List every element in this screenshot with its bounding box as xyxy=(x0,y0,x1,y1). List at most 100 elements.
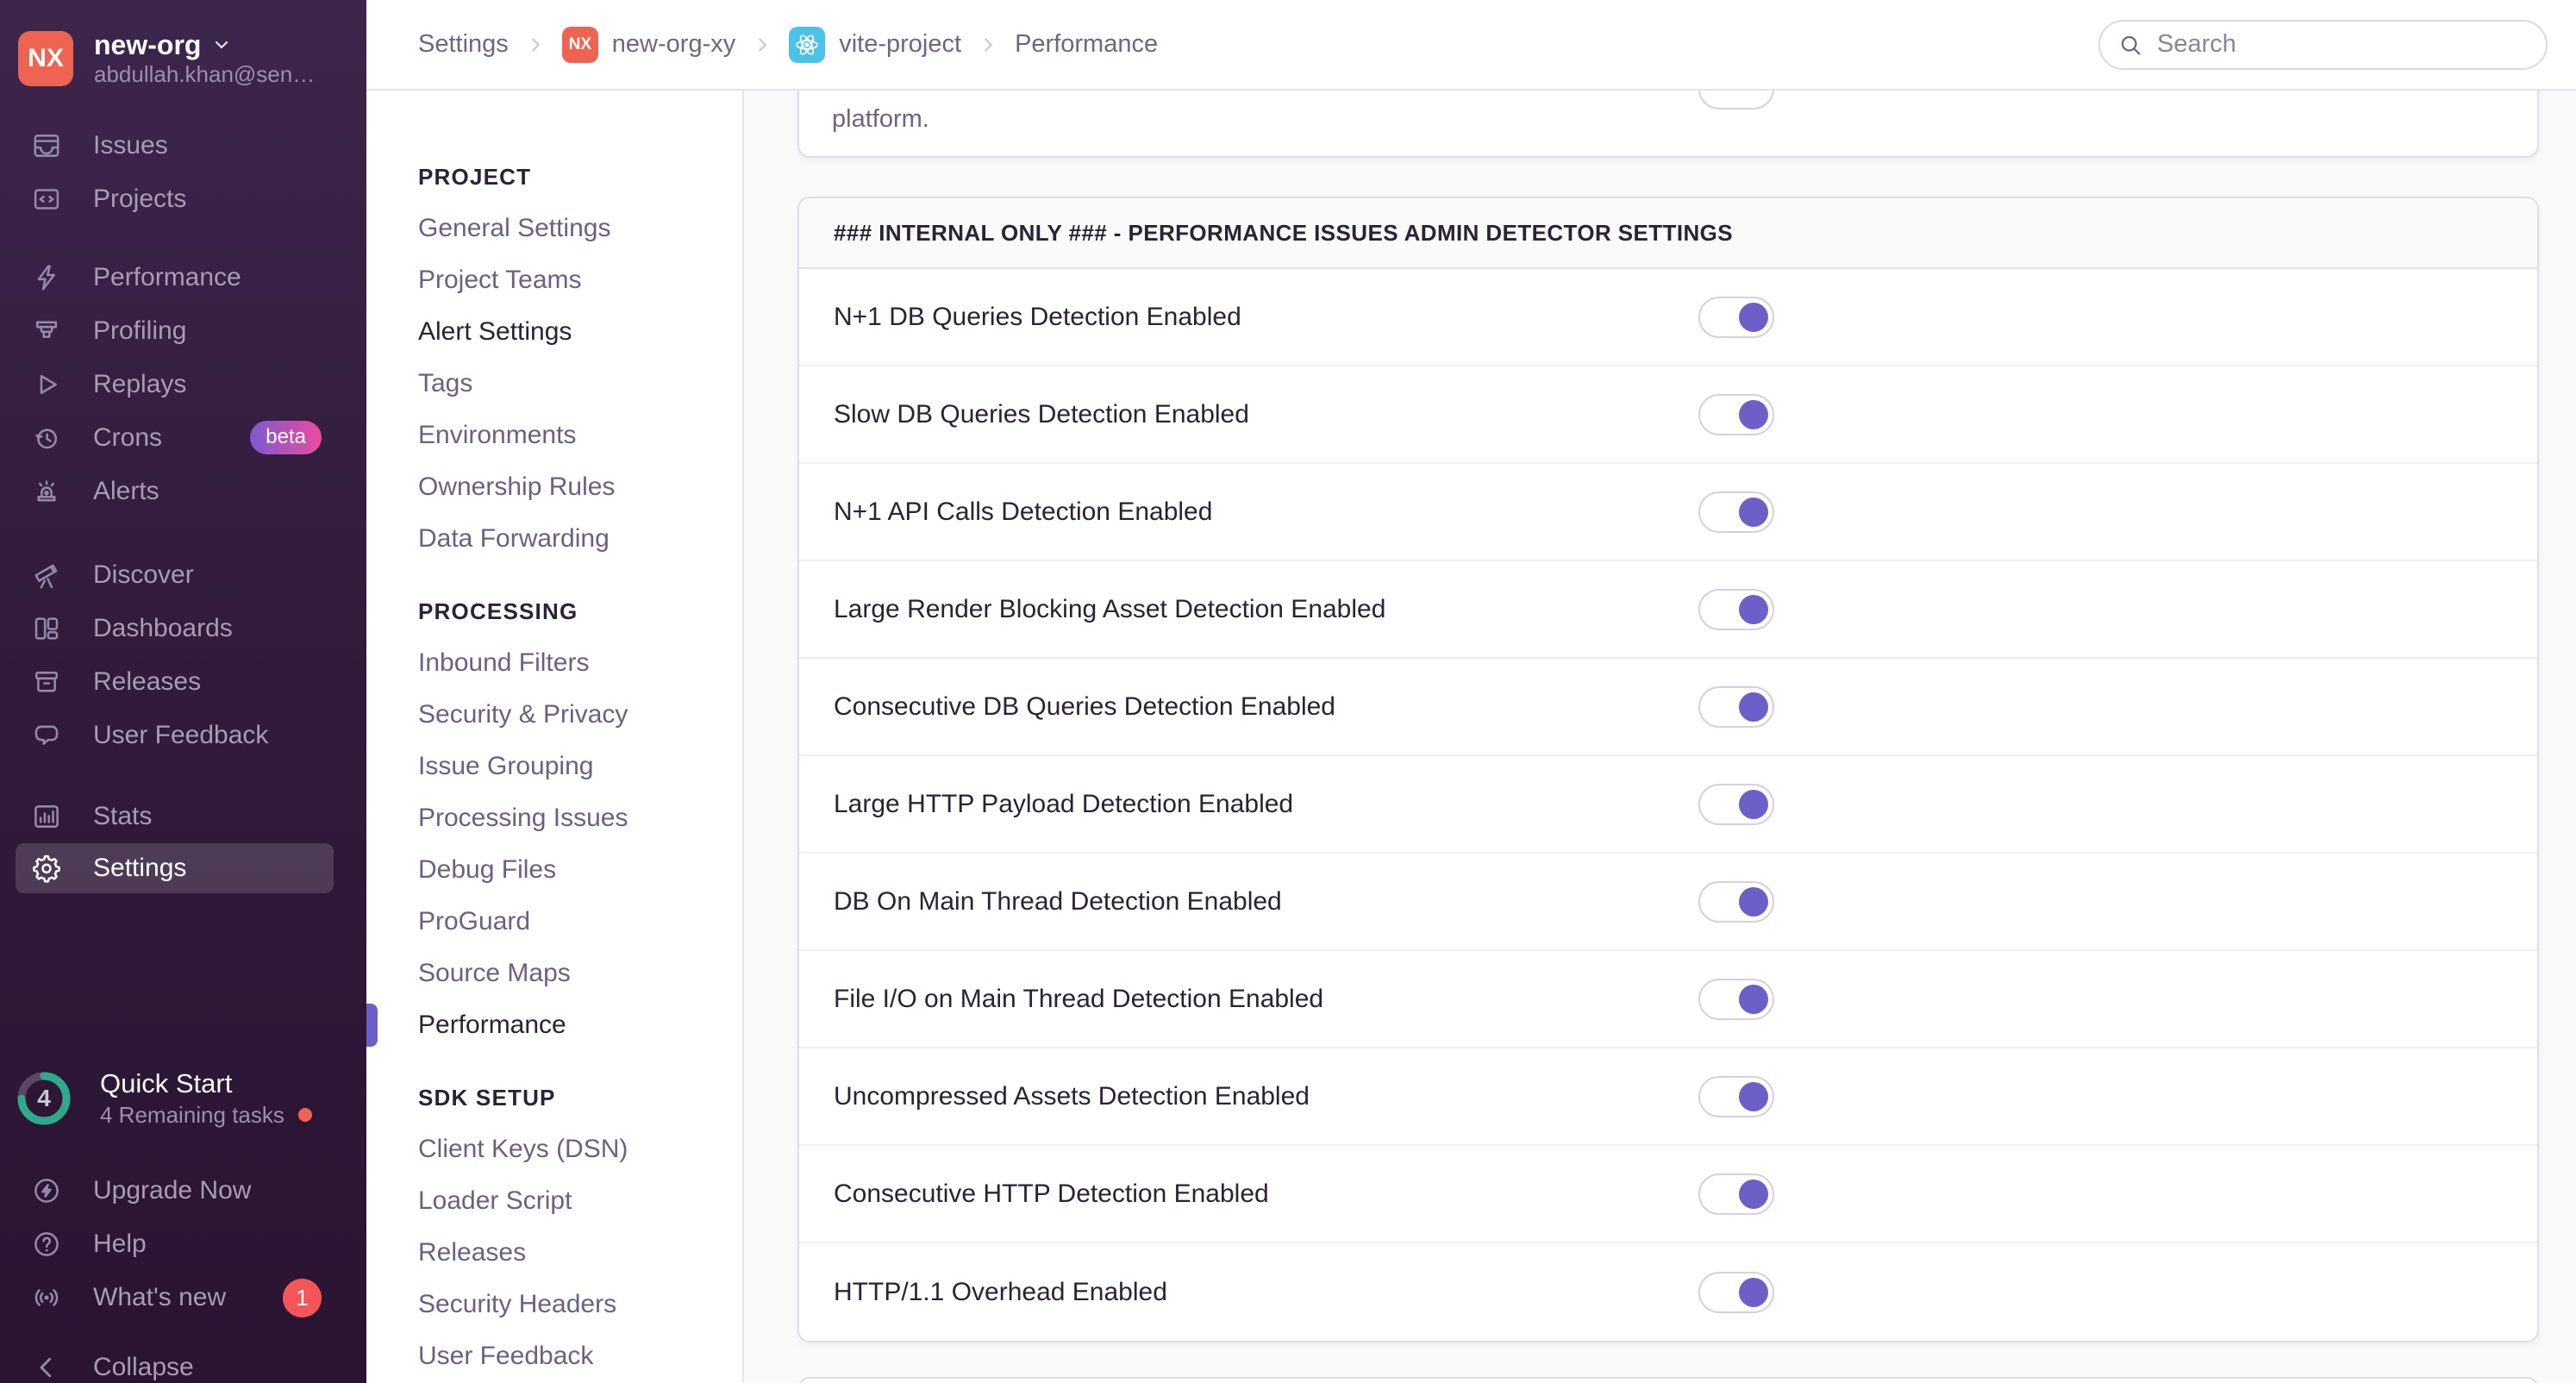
toggle-row: HTTP/1.1 Overhead Enabled xyxy=(799,1243,2537,1341)
toggle-knob[interactable] xyxy=(1739,1179,1768,1209)
sidebar-item-label: Projects xyxy=(93,184,187,213)
toggle-switch[interactable] xyxy=(1698,685,1774,728)
sidebar-item-label: User Feedback xyxy=(93,720,269,749)
toggle-knob[interactable] xyxy=(1739,1277,1768,1307)
sidebar-item-alerts[interactable]: Alerts xyxy=(0,465,366,518)
toggle-knob[interactable] xyxy=(1739,692,1768,722)
settings-nav-security-privacy[interactable]: Security & Privacy xyxy=(418,689,716,741)
toggle-knob[interactable] xyxy=(1739,789,1768,819)
toggle-knob[interactable] xyxy=(1739,984,1768,1014)
sidebar-item-help[interactable]: Help xyxy=(0,1217,366,1271)
org-avatar: NX xyxy=(561,26,598,63)
toggle-switch[interactable] xyxy=(1698,491,1774,533)
settings-nav-environments[interactable]: Environments xyxy=(418,410,716,461)
toggle-switch[interactable] xyxy=(1698,1271,1774,1313)
toggle-switch[interactable] xyxy=(1698,978,1774,1020)
sidebar-item-projects[interactable]: Projects xyxy=(0,172,366,226)
telescope-icon xyxy=(31,560,62,591)
chevron-right-icon xyxy=(751,34,773,56)
quick-start[interactable]: 4 Quick Start 4 Remaining tasks xyxy=(0,1067,366,1130)
quick-start-title: Quick Start xyxy=(100,1067,233,1098)
toggle-switch[interactable] xyxy=(1698,1173,1774,1215)
search-icon xyxy=(2117,32,2143,58)
sidebar-item-replays[interactable]: Replays xyxy=(0,358,366,411)
settings-nav-ownership-rules[interactable]: Ownership Rules xyxy=(418,461,716,513)
sidebar-item-whats-new[interactable]: What's new 1 xyxy=(0,1271,366,1324)
main-content: platform. ### INTERNAL ONLY ### - PERFOR… xyxy=(744,0,2576,1383)
sidebar-item-issues[interactable]: Issues xyxy=(0,119,366,172)
toggle-knob[interactable] xyxy=(1739,1081,1768,1111)
settings-nav-client-keys[interactable]: Client Keys (DSN) xyxy=(418,1123,716,1175)
toggle-row-label: DB On Main Thread Detection Enabled xyxy=(834,886,1282,916)
toggle-switch[interactable] xyxy=(1698,783,1774,825)
sidebar-item-label: Issues xyxy=(93,130,168,160)
toggle-knob[interactable] xyxy=(1739,302,1768,332)
sidebar-item-label: Settings xyxy=(93,853,187,882)
toggle-row-label: HTTP/1.1 Overhead Enabled xyxy=(834,1277,1167,1306)
sidebar-collapse-button[interactable]: Collapse xyxy=(0,1352,366,1383)
sidebar-group-explore: Discover Dashboards Releases User Feedba… xyxy=(0,548,366,762)
sidebar-item-profiling[interactable]: Profiling xyxy=(0,304,366,358)
org-avatar: NX xyxy=(18,30,73,86)
broadcast-icon xyxy=(31,1282,62,1313)
quick-start-progress-ring: 4 xyxy=(16,1070,72,1127)
toggle-switch[interactable] xyxy=(1698,588,1774,630)
settings-nav-user-feedback[interactable]: User Feedback xyxy=(418,1330,716,1382)
settings-nav-proguard[interactable]: ProGuard xyxy=(418,896,716,948)
app-window: platform. ### INTERNAL ONLY ### - PERFOR… xyxy=(0,0,2576,1383)
sidebar-item-user-feedback[interactable]: User Feedback xyxy=(0,709,366,762)
sidebar-item-label: Stats xyxy=(93,801,153,830)
settings-nav-project-teams[interactable]: Project Teams xyxy=(418,254,716,306)
settings-nav-issue-grouping[interactable]: Issue Grouping xyxy=(418,741,716,792)
sidebar-item-crons[interactable]: Crons beta xyxy=(0,411,366,465)
breadcrumb-project[interactable]: vite-project xyxy=(789,26,961,63)
sidebar-item-label: What's new xyxy=(93,1283,227,1312)
toggle-row-label: Uncompressed Assets Detection Enabled xyxy=(834,1081,1310,1111)
toggle-knob[interactable] xyxy=(1739,594,1768,624)
settings-nav-releases[interactable]: Releases xyxy=(418,1227,716,1279)
settings-nav: PROJECT General Settings Project Teams A… xyxy=(366,91,744,1383)
settings-nav-alert-settings[interactable]: Alert Settings xyxy=(418,306,716,358)
breadcrumb-organization[interactable]: NX new-org-xy xyxy=(561,26,735,63)
settings-nav-inbound-filters[interactable]: Inbound Filters xyxy=(418,637,716,689)
sidebar-item-settings[interactable]: Settings xyxy=(16,842,334,893)
toggle-knob[interactable] xyxy=(1739,399,1768,429)
sidebar-item-upgrade-now[interactable]: Upgrade Now xyxy=(0,1164,366,1217)
toggle-row-label: Large Render Blocking Asset Detection En… xyxy=(834,594,1386,623)
settings-nav-performance[interactable]: Performance xyxy=(366,999,716,1051)
settings-nav-loader-script[interactable]: Loader Script xyxy=(418,1175,716,1227)
sidebar-group-bottom: Stats Settings xyxy=(0,790,366,893)
search-input[interactable] xyxy=(2155,29,2529,59)
settings-nav-debug-files[interactable]: Debug Files xyxy=(418,844,716,896)
settings-nav-processing-issues[interactable]: Processing Issues xyxy=(418,792,716,844)
gear-icon xyxy=(31,853,62,884)
active-nav-indicator xyxy=(366,1004,378,1047)
sidebar-item-dashboards[interactable]: Dashboards xyxy=(0,602,366,655)
toggle-knob[interactable] xyxy=(1739,497,1768,527)
toggle-switch[interactable] xyxy=(1698,1075,1774,1117)
settings-nav-security-headers[interactable]: Security Headers xyxy=(418,1279,716,1330)
settings-nav-data-forwarding[interactable]: Data Forwarding xyxy=(418,513,716,565)
toggle-switch[interactable] xyxy=(1698,296,1774,338)
top-bar: Settings NX new-org-xy vite-project Perf… xyxy=(366,0,2576,91)
org-switcher[interactable]: NX new-org abdullah.khan@sen… xyxy=(0,0,366,88)
settings-nav-general-settings[interactable]: General Settings xyxy=(418,203,716,254)
settings-nav-tags[interactable]: Tags xyxy=(418,358,716,410)
toggle-switch[interactable] xyxy=(1698,880,1774,923)
breadcrumb-settings[interactable]: Settings xyxy=(418,30,509,59)
chevron-left-icon xyxy=(31,1352,62,1383)
settings-nav-source-maps[interactable]: Source Maps xyxy=(418,948,716,999)
chevron-down-icon xyxy=(211,34,232,55)
breadcrumb-page: Performance xyxy=(1015,30,1159,58)
sidebar-item-stats[interactable]: Stats xyxy=(0,790,366,843)
settings-nav-section-processing: PROCESSING xyxy=(418,598,578,624)
toggle-switch[interactable] xyxy=(1698,393,1774,435)
notification-dot xyxy=(297,1108,312,1123)
sidebar-item-releases[interactable]: Releases xyxy=(0,655,366,709)
sidebar-item-discover[interactable]: Discover xyxy=(0,548,366,602)
toggle-row: N+1 API Calls Detection Enabled xyxy=(799,464,2537,561)
chevron-right-icon xyxy=(524,34,547,56)
toggle-knob[interactable] xyxy=(1739,886,1768,917)
toggle-row-label: Large HTTP Payload Detection Enabled xyxy=(834,789,1294,818)
sidebar-item-performance[interactable]: Performance xyxy=(0,251,366,304)
